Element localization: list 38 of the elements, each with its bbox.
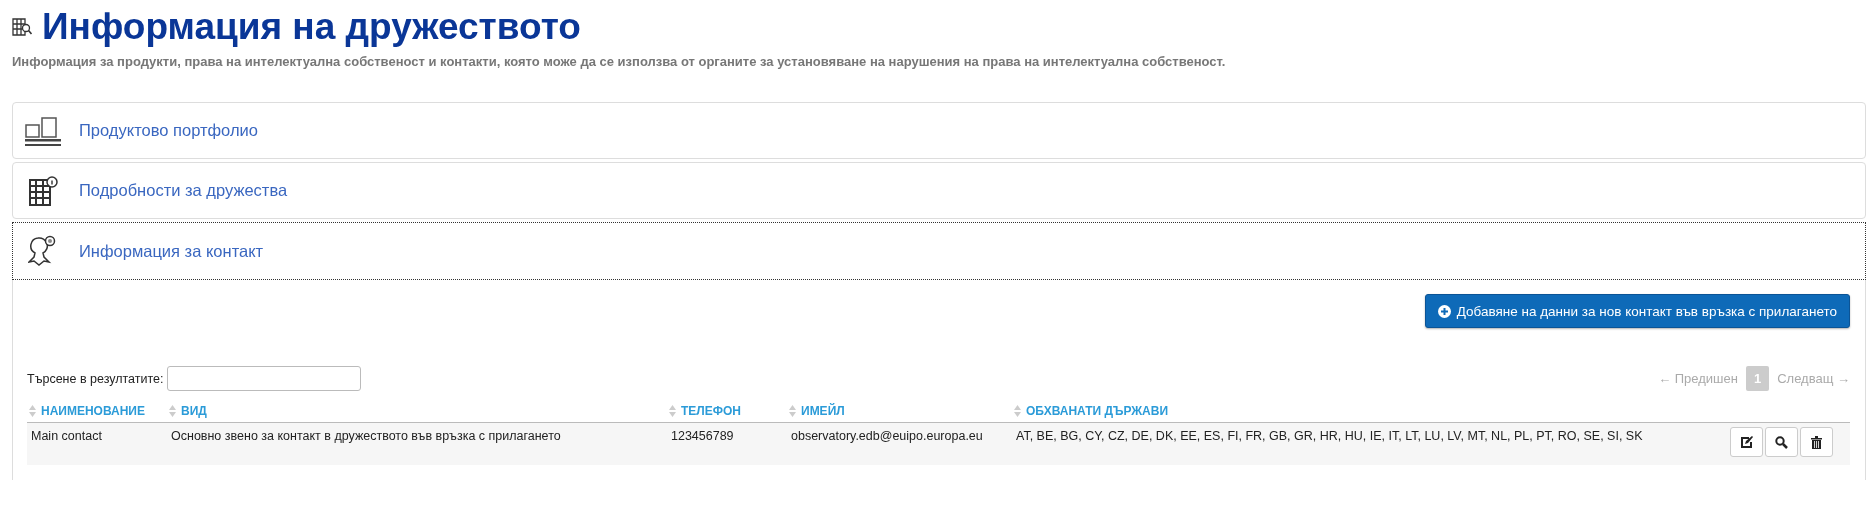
trash-icon (1811, 435, 1822, 449)
sort-icon (789, 404, 796, 417)
column-header[interactable]: ОБХВАНАТИ ДЪРЖАВИ (1026, 403, 1169, 418)
person-pin-icon (28, 235, 58, 267)
building-info-icon (28, 175, 58, 206)
section-header[interactable]: Информация за контакт (12, 222, 1866, 280)
sort-icon (169, 404, 176, 417)
table-cell: AT, BE, BG, CY, CZ, DE, DK, EE, ES, FI, FR, GB, GR, HR, HU, IE, IT, LT, LU, LV, MT, NL, PL, PT, RO, SE, SI, SK (1012, 423, 1730, 465)
column-header[interactable]: НАИМЕНОВАНИЕ (41, 403, 145, 418)
search-icon (1775, 435, 1788, 449)
edit-button[interactable] (1730, 427, 1763, 457)
section-title: Информация за контакт (79, 241, 264, 261)
next-link[interactable]: Следващ → (1777, 371, 1850, 386)
column-header[interactable]: ТЕЛЕФОН (681, 403, 741, 418)
page-title: Информация на дружеството (42, 6, 581, 48)
add-contact-button[interactable]: Добавяне на данни за нов контакт във връзка с прилагането (1424, 294, 1850, 328)
sort-icon (1014, 404, 1021, 417)
search-label: Търсене в резултатите: (27, 371, 164, 386)
search-field[interactable] (166, 366, 361, 391)
table-cell: Main contact (27, 423, 167, 465)
table-cell: observatory.edb@euipo.europa.eu (787, 423, 1012, 465)
column-header[interactable]: ИМЕЙЛ (801, 403, 845, 418)
delete-button[interactable] (1800, 427, 1833, 457)
sort-icon (29, 404, 36, 417)
table-cell: 123456789 (667, 423, 787, 465)
page-subtitle: Информация за продукти, права на интелектуална собственост и контакти, която може да се използва от органите за установяване на нарушения на права на интелектуална собственост. (12, 54, 1227, 71)
sort-icon (669, 404, 676, 417)
column-header[interactable]: ВИД (181, 403, 207, 418)
section-title: Подробности за дружества (79, 181, 288, 200)
building-search-icon (12, 18, 32, 36)
section-title: Продуктово портфолио (79, 121, 258, 140)
plus-circle-icon (1437, 304, 1451, 318)
section-header[interactable]: Подробности за дружества (12, 162, 1866, 219)
view-button[interactable] (1765, 427, 1798, 457)
section-header[interactable]: Продуктово портфолио (12, 102, 1866, 159)
edit-icon (1740, 435, 1753, 449)
previous-link[interactable]: ← Предишен (1658, 371, 1738, 386)
table-cell: Основно звено за контакт в дружеството във връзка с прилагането (167, 423, 667, 465)
